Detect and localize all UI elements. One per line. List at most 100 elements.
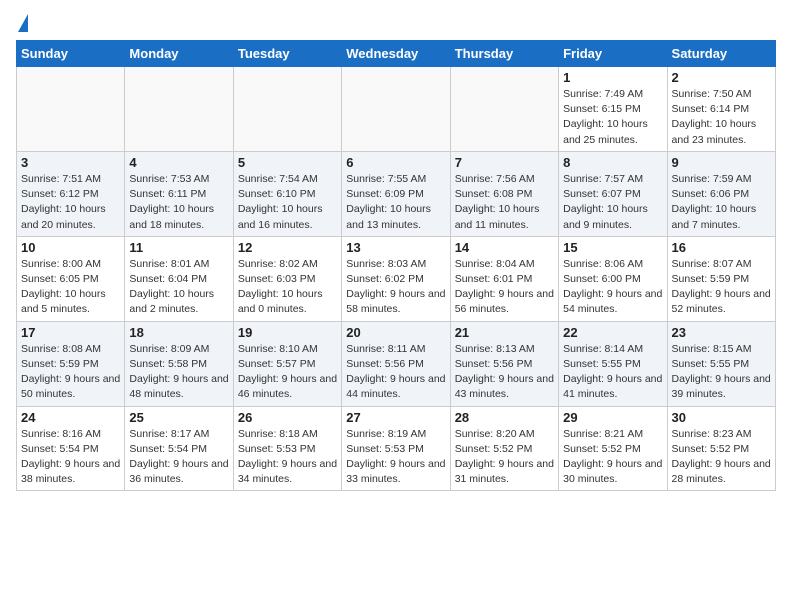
calendar-cell: 27 Sunrise: 8:19 AM Sunset: 5:53 PM Dayli… [342, 406, 450, 491]
calendar-cell: 19 Sunrise: 8:10 AM Sunset: 5:57 PM Dayli… [233, 321, 341, 406]
calendar-cell: 23 Sunrise: 8:15 AM Sunset: 5:55 PM Dayli… [667, 321, 775, 406]
calendar-body: 1 Sunrise: 7:49 AM Sunset: 6:15 PM Daylig… [17, 67, 776, 491]
day-number: 24 [21, 410, 120, 425]
calendar-week-5: 24 Sunrise: 8:16 AM Sunset: 5:54 PM Dayli… [17, 406, 776, 491]
day-info: Sunrise: 7:57 AM Sunset: 6:07 PM Dayligh… [563, 172, 662, 233]
day-info: Sunrise: 7:49 AM Sunset: 6:15 PM Dayligh… [563, 87, 662, 148]
day-number: 7 [455, 155, 554, 170]
calendar-week-1: 1 Sunrise: 7:49 AM Sunset: 6:15 PM Daylig… [17, 67, 776, 152]
day-info: Sunrise: 8:09 AM Sunset: 5:58 PM Dayligh… [129, 342, 228, 403]
calendar-cell: 26 Sunrise: 8:18 AM Sunset: 5:53 PM Dayli… [233, 406, 341, 491]
weekday-header-tuesday: Tuesday [233, 41, 341, 67]
day-number: 26 [238, 410, 337, 425]
day-number: 18 [129, 325, 228, 340]
day-info: Sunrise: 7:54 AM Sunset: 6:10 PM Dayligh… [238, 172, 337, 233]
calendar-cell: 8 Sunrise: 7:57 AM Sunset: 6:07 PM Daylig… [559, 151, 667, 236]
day-info: Sunrise: 8:08 AM Sunset: 5:59 PM Dayligh… [21, 342, 120, 403]
day-number: 28 [455, 410, 554, 425]
day-number: 14 [455, 240, 554, 255]
day-number: 4 [129, 155, 228, 170]
weekday-header-wednesday: Wednesday [342, 41, 450, 67]
calendar-cell: 3 Sunrise: 7:51 AM Sunset: 6:12 PM Daylig… [17, 151, 125, 236]
calendar-cell: 29 Sunrise: 8:21 AM Sunset: 5:52 PM Dayli… [559, 406, 667, 491]
day-number: 12 [238, 240, 337, 255]
calendar-cell [342, 67, 450, 152]
day-number: 23 [672, 325, 771, 340]
day-number: 30 [672, 410, 771, 425]
day-number: 13 [346, 240, 445, 255]
logo-triangle-icon [18, 14, 28, 32]
day-number: 25 [129, 410, 228, 425]
page-wrapper: SundayMondayTuesdayWednesdayThursdayFrid… [16, 16, 776, 491]
day-info: Sunrise: 8:03 AM Sunset: 6:02 PM Dayligh… [346, 257, 445, 318]
day-number: 5 [238, 155, 337, 170]
day-info: Sunrise: 8:21 AM Sunset: 5:52 PM Dayligh… [563, 427, 662, 488]
day-number: 3 [21, 155, 120, 170]
calendar-cell: 6 Sunrise: 7:55 AM Sunset: 6:09 PM Daylig… [342, 151, 450, 236]
weekday-header-thursday: Thursday [450, 41, 558, 67]
day-info: Sunrise: 8:19 AM Sunset: 5:53 PM Dayligh… [346, 427, 445, 488]
day-info: Sunrise: 7:53 AM Sunset: 6:11 PM Dayligh… [129, 172, 228, 233]
calendar-cell: 13 Sunrise: 8:03 AM Sunset: 6:02 PM Dayli… [342, 236, 450, 321]
calendar-cell: 11 Sunrise: 8:01 AM Sunset: 6:04 PM Dayli… [125, 236, 233, 321]
calendar-cell: 16Sunrise: 8:07 AM Sunset: 5:59 PM Dayli… [667, 236, 775, 321]
day-number: 27 [346, 410, 445, 425]
day-number: 9 [672, 155, 771, 170]
day-info: Sunrise: 8:11 AM Sunset: 5:56 PM Dayligh… [346, 342, 445, 403]
day-number: 8 [563, 155, 662, 170]
page-header [16, 16, 776, 32]
day-info: Sunrise: 8:15 AM Sunset: 5:55 PM Dayligh… [672, 342, 771, 403]
calendar-cell: 14 Sunrise: 8:04 AM Sunset: 6:01 PM Dayli… [450, 236, 558, 321]
day-info: Sunrise: 8:20 AM Sunset: 5:52 PM Dayligh… [455, 427, 554, 488]
day-number: 1 [563, 70, 662, 85]
day-info: Sunrise: 8:02 AM Sunset: 6:03 PM Dayligh… [238, 257, 337, 318]
calendar-cell: 30 Sunrise: 8:23 AM Sunset: 5:52 PM Dayli… [667, 406, 775, 491]
day-info: Sunrise: 8:10 AM Sunset: 5:57 PM Dayligh… [238, 342, 337, 403]
calendar-week-2: 3 Sunrise: 7:51 AM Sunset: 6:12 PM Daylig… [17, 151, 776, 236]
calendar-cell: 15Sunrise: 8:06 AM Sunset: 6:00 PM Dayli… [559, 236, 667, 321]
logo [16, 16, 28, 32]
calendar-cell [450, 67, 558, 152]
day-info: Sunrise: 8:13 AM Sunset: 5:56 PM Dayligh… [455, 342, 554, 403]
day-info: Sunrise: 7:55 AM Sunset: 6:09 PM Dayligh… [346, 172, 445, 233]
calendar-cell: 28 Sunrise: 8:20 AM Sunset: 5:52 PM Dayli… [450, 406, 558, 491]
calendar-cell: 25 Sunrise: 8:17 AM Sunset: 5:54 PM Dayli… [125, 406, 233, 491]
day-info: Sunrise: 7:51 AM Sunset: 6:12 PM Dayligh… [21, 172, 120, 233]
day-info: Sunrise: 8:23 AM Sunset: 5:52 PM Dayligh… [672, 427, 771, 488]
weekday-header-row: SundayMondayTuesdayWednesdayThursdayFrid… [17, 41, 776, 67]
calendar-week-3: 10Sunrise: 8:00 AM Sunset: 6:05 PM Dayli… [17, 236, 776, 321]
calendar-cell: 7 Sunrise: 7:56 AM Sunset: 6:08 PM Daylig… [450, 151, 558, 236]
weekday-header-monday: Monday [125, 41, 233, 67]
calendar-cell: 22Sunrise: 8:14 AM Sunset: 5:55 PM Dayli… [559, 321, 667, 406]
calendar-cell: 4 Sunrise: 7:53 AM Sunset: 6:11 PM Daylig… [125, 151, 233, 236]
day-number: 16 [672, 240, 771, 255]
day-number: 29 [563, 410, 662, 425]
weekday-header-saturday: Saturday [667, 41, 775, 67]
day-info: Sunrise: 8:18 AM Sunset: 5:53 PM Dayligh… [238, 427, 337, 488]
calendar-cell [233, 67, 341, 152]
day-number: 15 [563, 240, 662, 255]
logo-text-block [16, 16, 28, 32]
day-info: Sunrise: 8:04 AM Sunset: 6:01 PM Dayligh… [455, 257, 554, 318]
day-number: 11 [129, 240, 228, 255]
day-info: Sunrise: 7:59 AM Sunset: 6:06 PM Dayligh… [672, 172, 771, 233]
day-number: 6 [346, 155, 445, 170]
calendar-cell: 17Sunrise: 8:08 AM Sunset: 5:59 PM Dayli… [17, 321, 125, 406]
day-info: Sunrise: 7:56 AM Sunset: 6:08 PM Dayligh… [455, 172, 554, 233]
calendar-table: SundayMondayTuesdayWednesdayThursdayFrid… [16, 40, 776, 491]
calendar-week-4: 17Sunrise: 8:08 AM Sunset: 5:59 PM Dayli… [17, 321, 776, 406]
day-number: 2 [672, 70, 771, 85]
calendar-cell [17, 67, 125, 152]
calendar-cell: 21 Sunrise: 8:13 AM Sunset: 5:56 PM Dayli… [450, 321, 558, 406]
day-number: 19 [238, 325, 337, 340]
calendar-cell: 18 Sunrise: 8:09 AM Sunset: 5:58 PM Dayli… [125, 321, 233, 406]
calendar-cell: 12 Sunrise: 8:02 AM Sunset: 6:03 PM Dayli… [233, 236, 341, 321]
day-info: Sunrise: 8:17 AM Sunset: 5:54 PM Dayligh… [129, 427, 228, 488]
calendar-cell: 5 Sunrise: 7:54 AM Sunset: 6:10 PM Daylig… [233, 151, 341, 236]
day-number: 22 [563, 325, 662, 340]
day-info: Sunrise: 8:16 AM Sunset: 5:54 PM Dayligh… [21, 427, 120, 488]
calendar-cell: 10Sunrise: 8:00 AM Sunset: 6:05 PM Dayli… [17, 236, 125, 321]
day-number: 21 [455, 325, 554, 340]
calendar-cell: 1 Sunrise: 7:49 AM Sunset: 6:15 PM Daylig… [559, 67, 667, 152]
day-info: Sunrise: 8:01 AM Sunset: 6:04 PM Dayligh… [129, 257, 228, 318]
